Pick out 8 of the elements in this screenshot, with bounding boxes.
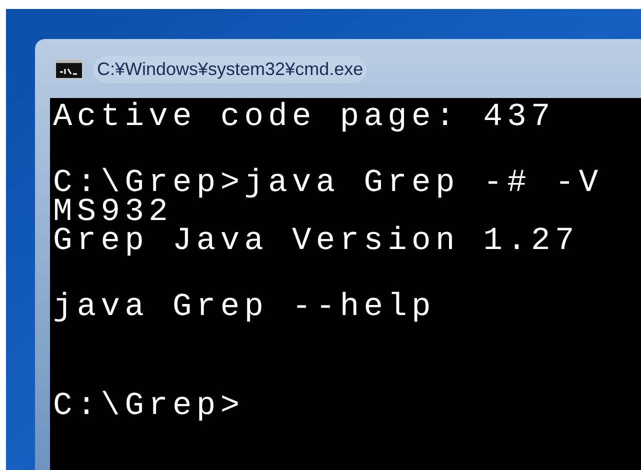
console-line: java Grep --help — [53, 290, 436, 323]
console-line: C:\Grep> — [53, 389, 246, 422]
console-line: MS932 — [53, 199, 173, 224]
console-line: C:\Grep>java Grep -# -V — [53, 166, 604, 199]
console-line: Grep Java Version 1.27 — [53, 224, 580, 257]
console-icon — [55, 59, 83, 79]
console-line: Active code page: 437 — [53, 100, 556, 133]
window-title: C:¥Windows¥system32¥cmd.exe — [93, 56, 368, 82]
